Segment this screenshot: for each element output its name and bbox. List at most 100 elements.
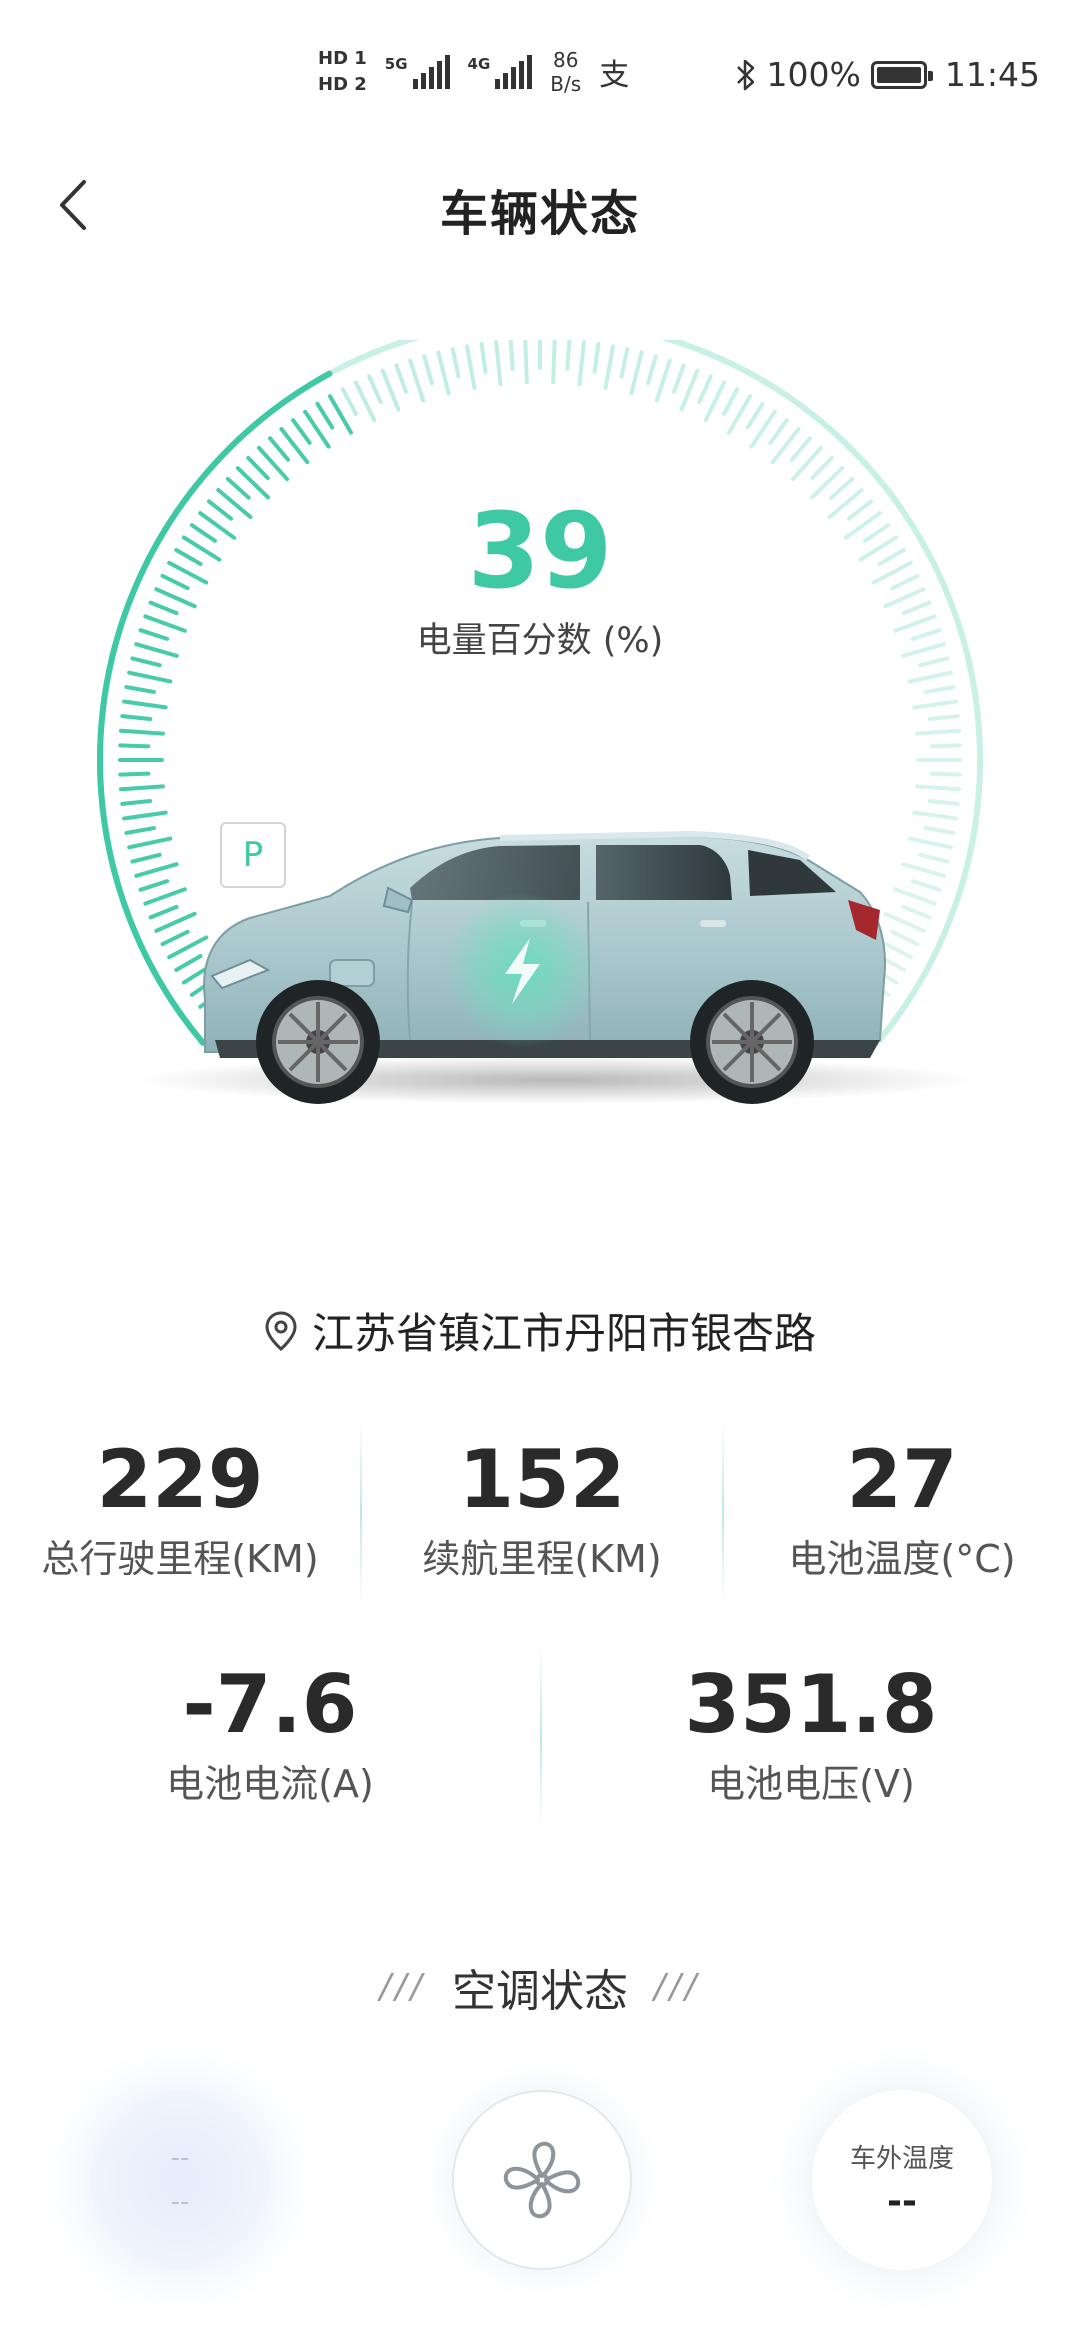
gauge-tick	[119, 728, 165, 736]
signal-4g-icon: 4G	[468, 55, 533, 89]
ac-title-text: 空调状态	[452, 1966, 628, 2017]
gauge-tick	[174, 954, 203, 972]
status-bar: HD 1 HD 2 5G 4G 86 B/s 支 100% 11:45	[0, 0, 1080, 150]
gauge-tick	[901, 904, 932, 920]
gauge-tick	[436, 350, 451, 396]
gauge-ring	[97, 340, 983, 1104]
gauge-tick	[160, 929, 190, 947]
gauge-tick	[918, 852, 950, 864]
ac-section-title: /// 空调状态 ///	[0, 1955, 1080, 2019]
gauge-tick	[915, 728, 961, 736]
stat-value: -7.6	[182, 1658, 358, 1751]
gauge-tick	[646, 354, 658, 386]
gauge-tick	[450, 347, 461, 379]
battery-percent: 100%	[766, 55, 861, 94]
gauge-tick	[268, 436, 291, 462]
battery-percentage-value: 39	[467, 490, 613, 612]
stat-label: 续航里程(KM)	[422, 1537, 662, 1581]
gauge-tick	[122, 810, 168, 821]
vehicle-location: 江苏省镇江市丹阳市银杏路	[0, 1300, 1080, 1361]
gauge-tick	[929, 743, 962, 749]
gauge-tick	[367, 374, 383, 404]
gauge-tick	[353, 380, 377, 423]
gauge-tick	[551, 340, 557, 385]
alipay-icon: 支	[599, 58, 630, 93]
battery-percentage-label: 电量百分数 (%)	[416, 621, 664, 661]
gauge-tick	[901, 862, 946, 878]
gauge-tick	[523, 340, 529, 385]
location-text: 江苏省镇江市丹阳市银杏路	[311, 1309, 816, 1358]
gauge-tick	[927, 798, 960, 806]
fan-button[interactable]	[452, 2090, 632, 2270]
stat-battery-voltage: 351.8 电池电压(V)	[542, 1655, 1080, 1809]
gauge-tick	[122, 699, 168, 710]
gauge-tick	[127, 670, 173, 684]
gauge-tick	[927, 714, 960, 722]
vehicle-status-page: { "status_bar": { "hd1": "HD 1", "hd2": …	[0, 0, 1080, 2340]
stat-label: 电池温度(°C)	[788, 1537, 1016, 1581]
gauge-tick	[745, 401, 765, 430]
gauge-tick	[592, 342, 601, 374]
bluetooth-icon	[736, 59, 754, 90]
outside-temp-label: 车外温度	[849, 2144, 954, 2174]
page-title: 车辆状态	[439, 186, 640, 242]
gauge-tick	[148, 904, 179, 920]
gauge-tick	[924, 826, 956, 835]
gauge-tick	[465, 344, 477, 390]
gauge-tick	[494, 340, 503, 387]
gauge-tick	[619, 347, 630, 379]
gauge-tick	[654, 358, 672, 403]
gauge-tick	[907, 670, 953, 684]
stat-total-mileage: 229 总行驶里程(KM)	[0, 1430, 360, 1584]
gauge-tick	[120, 798, 153, 806]
fan-icon	[503, 2141, 581, 2219]
gauge-tick	[929, 771, 962, 777]
gauge-tick	[380, 368, 401, 412]
cabin-temp-value: --	[170, 2187, 190, 2217]
stat-value: 27	[846, 1433, 958, 1526]
stat-value: 229	[96, 1433, 264, 1526]
gauge-tick	[810, 455, 834, 481]
gauge-tick	[789, 436, 812, 462]
network-speed: 86 B/s	[550, 48, 582, 96]
stat-value: 152	[458, 1433, 626, 1526]
stat-battery-current: -7.6 电池电流(A)	[0, 1655, 540, 1809]
title-decoration: ///	[379, 1967, 426, 2007]
stat-label: 电池电压(V)	[707, 1762, 915, 1806]
gauge-tick	[915, 784, 961, 792]
gauge-tick	[672, 363, 686, 394]
gauge-tick	[408, 358, 426, 403]
status-right: 100% 11:45	[735, 55, 1040, 94]
gauge-tick	[565, 340, 572, 371]
gauge-tick	[679, 368, 700, 412]
gauge-tick	[508, 340, 515, 371]
battery-icon	[870, 60, 933, 89]
gauge-tick	[629, 350, 644, 396]
stat-battery-temperature: 27 电池温度(°C)	[724, 1430, 1080, 1584]
gauge-tick	[883, 911, 926, 933]
gauge-tick	[291, 418, 312, 445]
gauge-tick	[124, 685, 156, 694]
signal-5g-icon: 5G	[385, 55, 450, 89]
gauge-tick	[703, 380, 727, 423]
hd-indicators: HD 1 HD 2	[318, 49, 367, 95]
gauge-tick	[890, 929, 920, 947]
gauge-tick	[154, 911, 197, 933]
gauge-tick	[768, 418, 789, 445]
gauge-tick	[907, 836, 953, 850]
gauge-tick	[893, 887, 937, 906]
gauge-tick	[479, 342, 488, 374]
gauge-tick	[697, 374, 713, 404]
gauge-tick	[143, 887, 187, 906]
outside-temp-value: --	[887, 2181, 917, 2222]
gauge-tick	[340, 387, 358, 416]
gauge-tick	[910, 879, 942, 892]
stat-range: 152 续航里程(KM)	[362, 1430, 722, 1584]
stat-value: 351.8	[684, 1658, 938, 1751]
gauge-tick	[118, 771, 151, 777]
gauge-tick	[722, 387, 740, 416]
cabin-temperature-button[interactable]: -- --	[90, 2090, 270, 2270]
gauge-tick	[912, 699, 958, 710]
gear-p-badge: P	[220, 822, 286, 888]
gauge-tick	[912, 810, 958, 821]
